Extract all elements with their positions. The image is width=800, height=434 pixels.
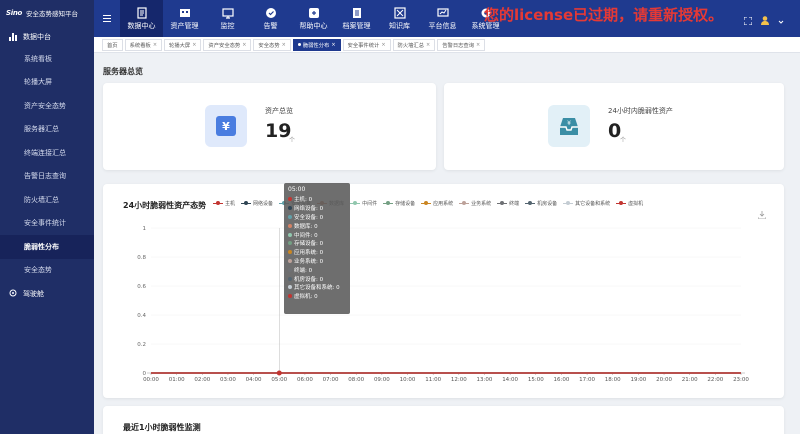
tooltip-row: 终端: 0	[288, 265, 346, 274]
x-tick-label: 23:00	[733, 377, 749, 383]
tooltip-row: 中间件: 0	[288, 230, 346, 239]
tooltip-dot-icon	[288, 206, 292, 211]
x-tick-label: 04:00	[246, 377, 262, 383]
tooltip-row: 应用系统: 0	[288, 248, 346, 257]
y-tick-label: 0.8	[137, 255, 146, 261]
tooltip-dot-icon	[288, 197, 292, 202]
tooltip-label: 中间件: 0	[294, 232, 318, 239]
tooltip-label: 安全设备: 0	[294, 214, 324, 221]
tooltip-label: 应用系统: 0	[294, 250, 324, 257]
x-tick-label: 07:00	[323, 377, 339, 383]
x-tick-label: 20:00	[656, 377, 672, 383]
y-tick-label: 0.4	[137, 313, 146, 319]
x-tick-label: 18:00	[605, 377, 621, 383]
tooltip-dot-icon	[288, 267, 292, 272]
tooltip-dot-icon	[288, 223, 292, 228]
tooltip-row: 存储设备: 0	[288, 239, 346, 248]
x-tick-label: 21:00	[682, 377, 698, 383]
x-tick-label: 06:00	[297, 377, 313, 383]
x-tick-label: 19:00	[630, 377, 646, 383]
x-tick-label: 12:00	[451, 377, 467, 383]
x-tick-label: 05:00	[271, 377, 287, 383]
tooltip-dot-icon	[288, 232, 292, 237]
x-tick-label: 02:00	[194, 377, 210, 383]
x-tick-label: 16:00	[554, 377, 570, 383]
x-tick-label: 10:00	[400, 377, 416, 383]
tooltip-label: 虚拟机: 0	[294, 294, 318, 301]
x-tick-label: 01:00	[169, 377, 185, 383]
x-tick-label: 22:00	[707, 377, 723, 383]
x-tick-label: 09:00	[374, 377, 390, 383]
line-chart: 00.20.40.60.8100:00 01:00 02:00 03:00 04:00 0…	[137, 226, 749, 383]
tooltip-label: 业务系统: 0	[294, 258, 324, 265]
tooltip-row: 主机: 0	[288, 195, 346, 204]
tooltip-row: 机房设备: 0	[288, 274, 346, 283]
tooltip-label: 其它设备和系统: 0	[294, 285, 340, 292]
tooltip-label: 数据库: 0	[294, 223, 318, 230]
tooltip-dot-icon	[288, 250, 292, 255]
x-tick-label: 14:00	[502, 377, 518, 383]
tooltip-dot-icon	[288, 214, 292, 219]
tooltip-dot-icon	[288, 276, 292, 281]
recent-hour-card: 最近1小时脆弱性监测	[103, 406, 784, 434]
x-tick-label: 17:00	[579, 377, 595, 383]
tooltip-time: 05:00	[288, 186, 306, 193]
tooltip-row: 其它设备和系统: 0	[288, 283, 346, 292]
hover-point	[276, 370, 282, 376]
tooltip-label: 终端: 0	[294, 267, 313, 274]
tooltip-label: 机房设备: 0	[294, 276, 324, 283]
y-tick-label: 0.2	[137, 342, 146, 348]
recent-hour-title: 最近1小时脆弱性监测	[123, 423, 201, 432]
tooltip-label: 主机: 0	[294, 197, 313, 204]
x-tick-label: 08:00	[348, 377, 364, 383]
tooltip-dot-icon	[288, 285, 292, 290]
tooltip-dot-icon	[288, 294, 292, 299]
x-tick-label: 00:00	[143, 377, 159, 383]
tooltip-row: 网络设备: 0	[288, 204, 346, 213]
tooltip-dot-icon	[288, 258, 292, 263]
tooltip-row: 数据库: 0	[288, 221, 346, 230]
tooltip-dot-icon	[288, 241, 292, 246]
x-tick-label: 11:00	[425, 377, 441, 383]
y-tick-label: 0.6	[137, 284, 146, 290]
x-tick-label: 15:00	[528, 377, 544, 383]
tooltip-label: 网络设备: 0	[294, 206, 324, 213]
tooltip-label: 存储设备: 0	[294, 241, 324, 248]
tooltip-row: 业务系统: 0	[288, 257, 346, 266]
x-tick-label: 13:00	[477, 377, 493, 383]
chart-tooltip: 05:00 主机: 0 网络设备: 0 安全设备: 0 数据库: 0 中间件: 0 存储设…	[284, 183, 350, 314]
x-tick-label: 03:00	[220, 377, 236, 383]
tooltip-row: 虚拟机: 0	[288, 292, 346, 301]
y-tick-label: 1	[143, 226, 147, 232]
tooltip-row: 安全设备: 0	[288, 213, 346, 222]
